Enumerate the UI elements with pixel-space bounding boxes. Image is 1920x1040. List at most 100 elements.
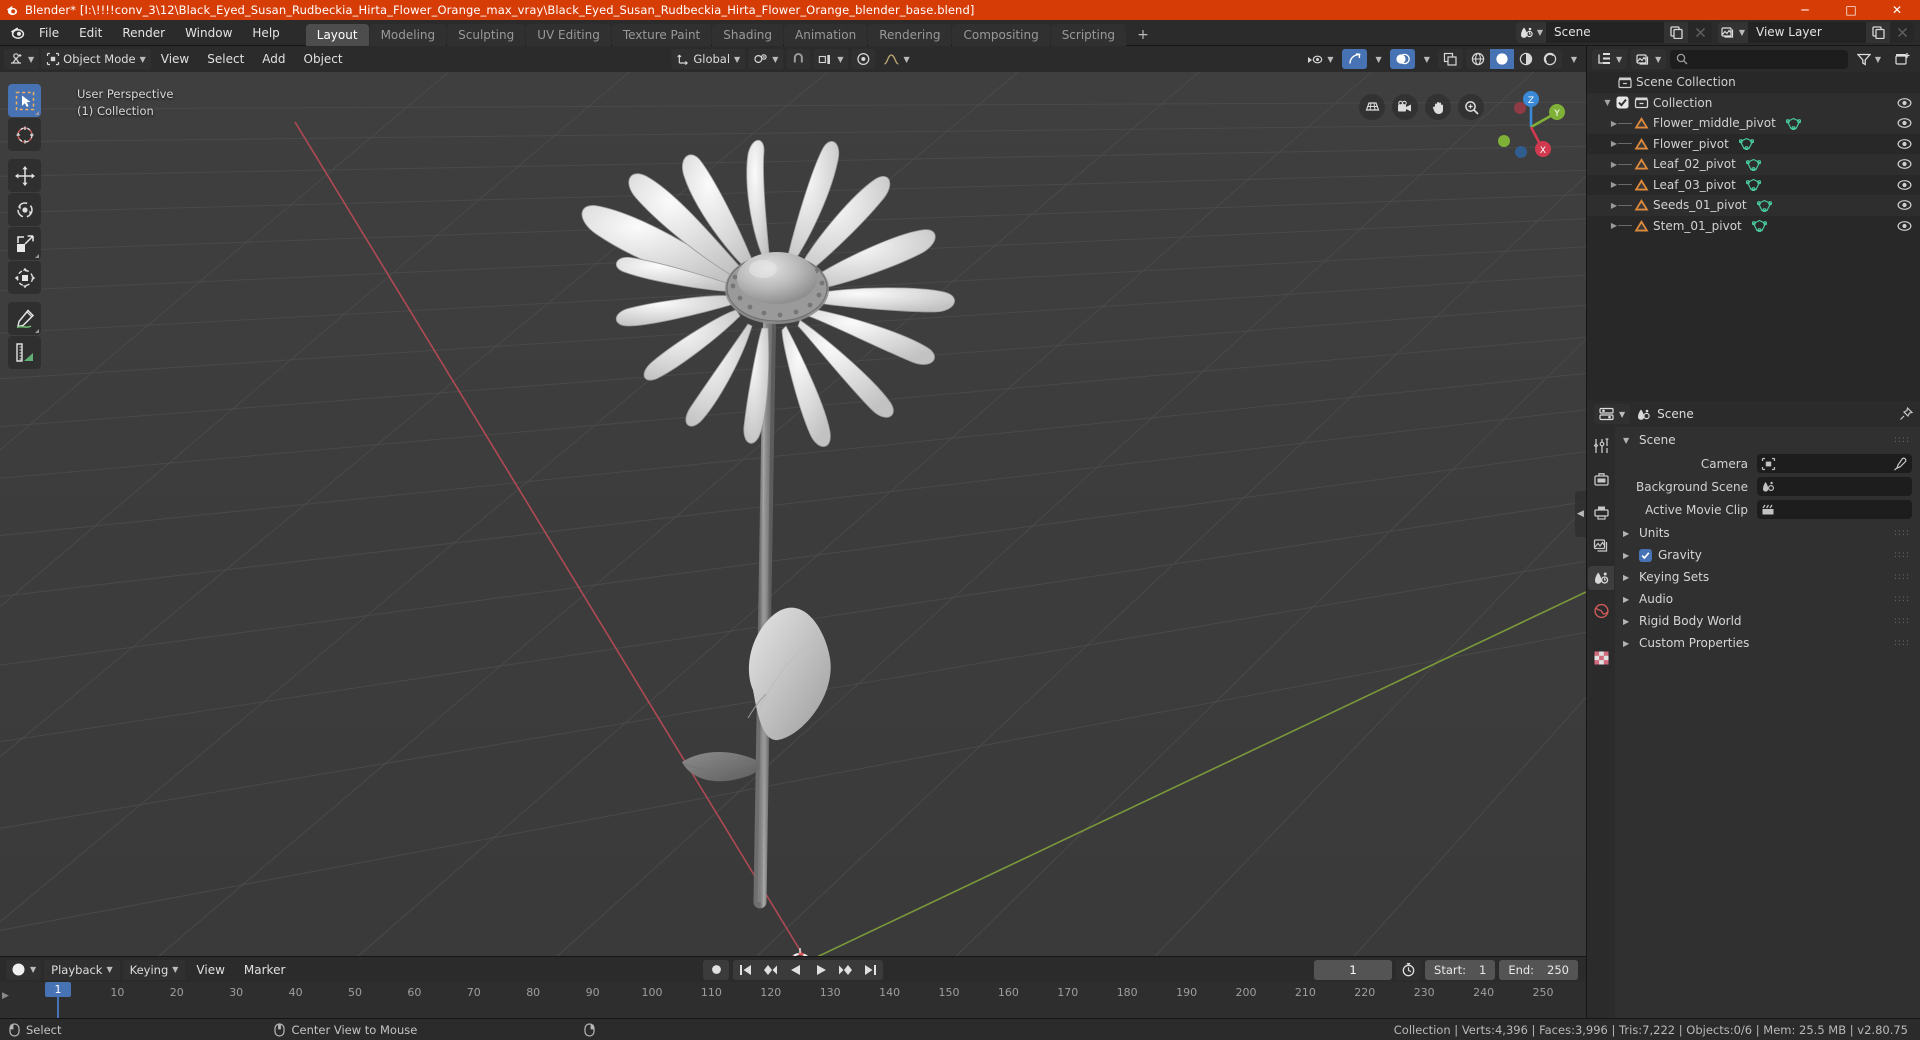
object-visibility-eye-icon[interactable] — [1897, 179, 1912, 191]
camera-eyedropper-icon[interactable] — [1893, 457, 1907, 471]
auto-keying-toggle[interactable] — [1396, 959, 1422, 980]
tab-compositing[interactable]: Compositing — [952, 23, 1050, 46]
snap-magnet-toggle[interactable] — [786, 49, 811, 69]
play-button[interactable] — [808, 960, 833, 980]
toggle-camera-perspective-icon[interactable] — [1359, 94, 1385, 120]
sidebar-expand-arrow[interactable]: ◀ — [1575, 491, 1586, 537]
3d-viewport[interactable]: User Perspective (1) Collection Z Y X ◀ — [0, 72, 1586, 956]
object-visibility-eye-icon[interactable] — [1897, 117, 1912, 129]
viewport-menu-view[interactable]: View — [153, 49, 197, 69]
pivot-point-selector[interactable]: ▼ — [748, 49, 784, 69]
tab-render-properties[interactable] — [1588, 467, 1614, 491]
viewport-menu-select[interactable]: Select — [199, 49, 252, 69]
outliner-row-object[interactable]: ▶ Leaf_02_pivot — [1587, 154, 1920, 175]
mesh-data-icon[interactable] — [1745, 178, 1761, 192]
pan-hand-icon[interactable] — [1425, 94, 1451, 120]
tool-rotate[interactable] — [8, 193, 41, 226]
properties-section-header[interactable]: ▶ Gravity:::: — [1615, 544, 1920, 566]
mesh-data-icon[interactable] — [1745, 158, 1761, 171]
shading-wireframe[interactable] — [1466, 49, 1490, 69]
viewport-menu-object[interactable]: Object — [296, 49, 351, 69]
gizmo-toggle[interactable] — [1341, 49, 1367, 69]
blender-logo-icon[interactable] — [5, 20, 29, 46]
object-disclosure-triangle[interactable]: ▶ — [1611, 221, 1617, 230]
outliner-row-collection[interactable]: ▼ Collection — [1587, 92, 1920, 113]
menu-file[interactable]: File — [30, 23, 68, 43]
mesh-data-icon[interactable] — [1785, 117, 1801, 130]
menu-render[interactable]: Render — [113, 23, 174, 43]
add-workspace-button[interactable]: + — [1127, 24, 1159, 46]
tab-texture-properties[interactable] — [1588, 646, 1614, 670]
properties-editor-type-button[interactable]: ▼ — [1594, 404, 1631, 424]
outliner-row-scene-collection[interactable]: Scene Collection — [1587, 72, 1920, 93]
tab-rendering[interactable]: Rendering — [868, 23, 952, 46]
scene-selector[interactable]: ▼ Scene — [1516, 22, 1712, 43]
navigation-gizmo[interactable]: Z Y X — [1490, 86, 1572, 168]
shading-rendered[interactable] — [1538, 49, 1562, 69]
menu-window[interactable]: Window — [176, 23, 241, 43]
jump-to-prev-keyframe-button[interactable] — [758, 960, 783, 980]
timeline-editor-type-button[interactable]: ▼ — [6, 959, 42, 980]
visibility-selector[interactable]: ▼ — [1302, 49, 1338, 69]
timeline-strip[interactable]: ▶ 10 20 30 40 50 60 70 80 90 100 110 120 130 140 150 16… — [0, 982, 1586, 1018]
tool-transform[interactable] — [8, 261, 41, 294]
overlays-toggle[interactable] — [1389, 49, 1415, 69]
tool-select-box[interactable] — [8, 84, 41, 117]
menu-help[interactable]: Help — [243, 23, 288, 43]
play-reverse-button[interactable] — [783, 960, 808, 980]
timeline-view-menu[interactable]: View — [188, 960, 232, 980]
shading-material-preview[interactable] — [1514, 49, 1538, 69]
current-frame-field[interactable]: 1 — [1314, 959, 1393, 980]
menu-edit[interactable]: Edit — [70, 23, 111, 43]
snap-target-selector[interactable]: ▼ — [813, 49, 849, 69]
timeline-left-caret-icon[interactable]: ▶ — [2, 991, 9, 1001]
object-visibility-eye-icon[interactable] — [1897, 158, 1912, 170]
record-keyframes-button[interactable] — [703, 959, 729, 980]
tab-sculpting[interactable]: Sculpting — [447, 23, 526, 46]
outliner-display-mode-button[interactable]: ▼ — [1631, 49, 1667, 69]
outliner-row-object[interactable]: ▶ Leaf_03_pivot — [1587, 175, 1920, 196]
tab-uv-editing[interactable]: UV Editing — [526, 23, 611, 46]
tab-layout[interactable]: Layout — [305, 23, 369, 46]
mesh-data-icon[interactable] — [1756, 199, 1772, 212]
outliner-row-object[interactable]: ▶ Stem_01_pivot — [1587, 216, 1920, 237]
xray-toggle[interactable] — [1437, 49, 1463, 69]
outliner-row-object[interactable]: ▶ Flower_pivot — [1587, 134, 1920, 155]
tab-scripting[interactable]: Scripting — [1050, 23, 1127, 46]
frame-start-field[interactable]: Start: 1 — [1425, 959, 1496, 980]
view-layer-selector[interactable]: ▼ View Layer — [1718, 22, 1914, 43]
gravity-checkbox[interactable] — [1639, 548, 1652, 562]
outliner-tree[interactable]: Scene Collection ▼ Collection ▶ Flower_m… — [1587, 72, 1920, 401]
object-disclosure-triangle[interactable]: ▶ — [1611, 160, 1617, 169]
proportional-editing-toggle[interactable] — [851, 49, 876, 69]
new-view-layer-button[interactable] — [1866, 22, 1890, 43]
remove-scene-button[interactable] — [1688, 22, 1712, 43]
gizmo-options-dropdown[interactable]: ▼ — [1370, 49, 1387, 69]
close-button[interactable]: ✕ — [1874, 0, 1920, 20]
properties-section-header[interactable]: ▶ Units:::: — [1615, 522, 1920, 544]
mesh-data-icon[interactable] — [1738, 137, 1754, 151]
tool-move[interactable] — [8, 159, 41, 192]
camera-field[interactable] — [1757, 454, 1912, 473]
tool-annotate[interactable] — [8, 302, 41, 335]
tab-texture-paint[interactable]: Texture Paint — [611, 23, 712, 46]
tool-scale[interactable] — [8, 227, 41, 260]
shading-solid[interactable] — [1489, 49, 1514, 69]
collection-checkbox[interactable] — [1616, 96, 1629, 109]
object-disclosure-triangle[interactable]: ▶ — [1611, 139, 1617, 148]
proportional-falloff-selector[interactable]: ▼ — [879, 49, 915, 69]
maximize-button[interactable]: □ — [1828, 0, 1874, 20]
timeline-playhead[interactable]: 1 — [45, 982, 71, 997]
object-visibility-eye-icon[interactable] — [1897, 138, 1912, 150]
outliner-row-object[interactable]: ▶ Flower_middle_pivot — [1587, 113, 1920, 134]
tab-view-layer-properties[interactable] — [1588, 533, 1614, 557]
timeline-keying-menu[interactable]: Keying ▼ — [122, 959, 186, 980]
tab-shading[interactable]: Shading — [712, 23, 783, 46]
tab-tool-properties[interactable] — [1588, 434, 1614, 458]
tab-animation[interactable]: Animation — [784, 23, 868, 46]
active-movie-clip-field[interactable] — [1757, 500, 1912, 519]
tab-modeling[interactable]: Modeling — [369, 23, 447, 46]
frame-end-field[interactable]: End: 250 — [1499, 959, 1578, 980]
overlays-options-dropdown[interactable]: ▼ — [1418, 49, 1435, 69]
zoom-magnifier-icon[interactable] — [1458, 94, 1484, 120]
